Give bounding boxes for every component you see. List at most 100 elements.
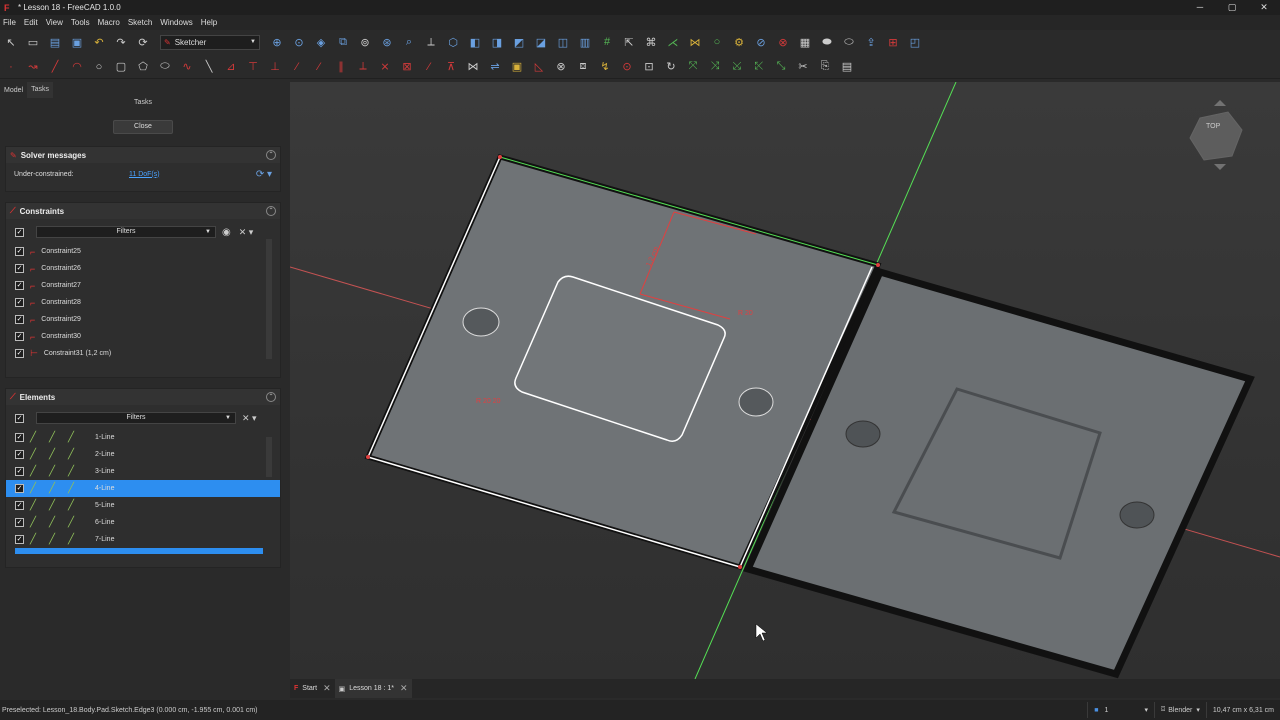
element-row[interactable]: ✓ ╱ ╱ ╱ 7-Line [6, 531, 280, 548]
element-row[interactable]: ✓ ╱ ╱ ╱ 6-Line [6, 514, 280, 531]
workbench-selector[interactable]: ✎ Sketcher ▼ [160, 34, 260, 50]
part-icon[interactable]: ⌘ [640, 32, 662, 52]
solver-messages-header[interactable]: ✎ Solver messages ⌃ [6, 147, 280, 163]
collapse-icon[interactable]: ⌃ [266, 150, 276, 160]
constraint-checkbox[interactable]: ✓ [15, 298, 24, 307]
element-row-selected[interactable]: ✓ ╱ ╱ ╱ 4-Line [6, 480, 280, 497]
move-icon[interactable]: ⤩ [726, 57, 748, 77]
construction-icon[interactable]: ⊡ [638, 57, 660, 77]
refresh-icon[interactable]: ⟳ [132, 32, 154, 52]
toggle-driving-icon[interactable]: ⇌ [484, 57, 506, 77]
constraint-checkbox[interactable]: ✓ [15, 247, 24, 256]
settings-icon[interactable]: ⚙ [728, 32, 750, 52]
tab-lesson18[interactable]: ▣ Lesson 18 : 1* ✕ [334, 679, 412, 698]
constraint-row[interactable]: ✓ ⌐ Constraint30 [6, 328, 280, 345]
menu-sketch[interactable]: Sketch [128, 18, 152, 27]
constraint-toggle-icon[interactable]: ⋌ [662, 32, 684, 52]
whats-this-icon[interactable]: ↖ [0, 32, 22, 52]
element-row[interactable]: ✓ ╱ ╱ ╱ 2-Line [6, 446, 280, 463]
trim-icon[interactable]: ⊗ [550, 57, 572, 77]
fillet-icon[interactable]: ◺ [528, 57, 550, 77]
maximize-button[interactable]: ▢ [1216, 0, 1248, 15]
menu-view[interactable]: View [46, 18, 63, 27]
elements-header[interactable]: ⟋ Elements ⌃ [6, 389, 280, 405]
point-on-object-icon[interactable]: ⊥ [264, 57, 286, 77]
redo-icon[interactable]: ↷ [110, 32, 132, 52]
constraint-checkbox[interactable]: ✓ [15, 349, 24, 358]
clone-icon[interactable]: ⤨ [704, 57, 726, 77]
view-rear-icon[interactable]: ◪ [530, 32, 552, 52]
new-document-icon[interactable]: ▭ [22, 32, 44, 52]
element-row[interactable]: ✓ ╱ ╱ ╱ 3-Line [6, 463, 280, 480]
element-row[interactable]: ✓ ╱ ╱ ╱ 5-Line [6, 497, 280, 514]
extend-icon[interactable]: ⧈ [572, 57, 594, 77]
constraint-checkbox[interactable]: ✓ [15, 281, 24, 290]
lock-icon[interactable]: ▣ [506, 57, 528, 77]
page-selector[interactable]: ■ 1 ▾ [1087, 702, 1154, 718]
view-left-icon[interactable]: ▥ [574, 32, 596, 52]
tab-start[interactable]: F Start ✕ [290, 679, 335, 698]
circle-tool-icon[interactable]: ○ [706, 32, 728, 52]
polyline-tool-icon[interactable]: ↝ [22, 57, 44, 77]
constraints-select-all-checkbox[interactable]: ✓ [15, 227, 24, 237]
constraints-scrollbar[interactable] [266, 239, 272, 359]
stereo-icon[interactable]: ⊛ [376, 32, 398, 52]
element-checkbox[interactable]: ✓ [15, 501, 24, 510]
viewport-canvas[interactable]: 1,2 cm R 20 R 20 20 [289, 81, 1280, 680]
tangent-icon[interactable]: ⨯ [374, 57, 396, 77]
minimize-button[interactable]: ─ [1184, 0, 1216, 15]
bounding-box-icon[interactable]: ⧉ [332, 32, 354, 52]
array-icon[interactable]: ⤧ [682, 57, 704, 77]
element-checkbox[interactable]: ✓ [15, 433, 24, 442]
constraint-row[interactable]: ✓ ⌐ Constraint25 [6, 243, 280, 260]
navigation-cube[interactable]: TOP [1180, 100, 1250, 170]
view-right-icon[interactable]: ◩ [508, 32, 530, 52]
measure-icon[interactable]: ⟂ [420, 32, 442, 52]
undo-icon[interactable]: ↶ [88, 32, 110, 52]
element-row[interactable]: ✓ ╱ ╱ ╱ 1-Line [6, 429, 280, 446]
menu-edit[interactable]: Edit [24, 18, 38, 27]
elements-select-all-checkbox[interactable]: ✓ [15, 413, 24, 423]
rectangle-tool-icon[interactable]: ▢ [110, 57, 132, 77]
fit-selection-icon[interactable]: ⊙ [288, 32, 310, 52]
visibility-icon[interactable]: ◉ [222, 227, 231, 238]
constraint-checkbox[interactable]: ✓ [15, 332, 24, 341]
save-document-icon[interactable]: ▣ [66, 32, 88, 52]
web-icon[interactable]: ◰ [904, 32, 926, 52]
coincident-icon[interactable]: ⊤ [242, 57, 264, 77]
3d-viewport[interactable]: 1,2 cm R 20 R 20 20 TOP [289, 81, 1280, 680]
close-window-button[interactable]: ✕ [1248, 0, 1280, 15]
constraint-row[interactable]: ✓ ⊢ Constraint31 (1,2 cm) [6, 345, 280, 362]
element-checkbox[interactable]: ✓ [15, 518, 24, 527]
circle-draw-icon[interactable]: ○ [88, 57, 110, 77]
open-document-icon[interactable]: ▤ [44, 32, 66, 52]
dof-link[interactable]: 11 DoF(s) [129, 171, 160, 178]
collapse-icon[interactable]: ⌃ [266, 392, 276, 402]
point-tool-icon[interactable]: · [0, 57, 22, 77]
tab-model[interactable]: Model [0, 87, 27, 94]
copy-icon[interactable]: ⎘ [814, 57, 836, 77]
menu-windows[interactable]: Windows [160, 18, 192, 27]
element-settings-icon[interactable]: ✕ ▾ [242, 413, 257, 424]
table-icon[interactable]: ▦ [794, 32, 816, 52]
elements-filter-dropdown[interactable]: Filters ▼ [36, 412, 236, 424]
element-checkbox[interactable]: ✓ [15, 467, 24, 476]
collapse-icon[interactable]: ⌃ [266, 206, 276, 216]
document-icon[interactable]: ⊞ [882, 32, 904, 52]
vertical-icon[interactable]: ⁄ [308, 57, 330, 77]
elements-scrollbar[interactable] [266, 437, 272, 477]
constraint-checkbox[interactable]: ✓ [15, 264, 24, 273]
cut-icon[interactable]: ✂ [792, 57, 814, 77]
view-iso-icon[interactable]: ⬡ [442, 32, 464, 52]
fit-all-icon[interactable]: ⊕ [266, 32, 288, 52]
line-tool-icon[interactable]: ╱ [44, 57, 66, 77]
horizontal-icon[interactable]: ⁄ [286, 57, 308, 77]
constraint-row[interactable]: ✓ ⌐ Constraint28 [6, 294, 280, 311]
constraint-row[interactable]: ✓ ⌐ Constraint29 [6, 311, 280, 328]
dimension-toggle-icon[interactable]: ⋈ [684, 32, 706, 52]
grid-icon[interactable]: # [596, 32, 618, 52]
view-front-icon[interactable]: ◧ [464, 32, 486, 52]
menu-tools[interactable]: Tools [71, 18, 90, 27]
view-bottom-icon[interactable]: ◫ [552, 32, 574, 52]
parallel-icon[interactable]: ∥ [330, 57, 352, 77]
